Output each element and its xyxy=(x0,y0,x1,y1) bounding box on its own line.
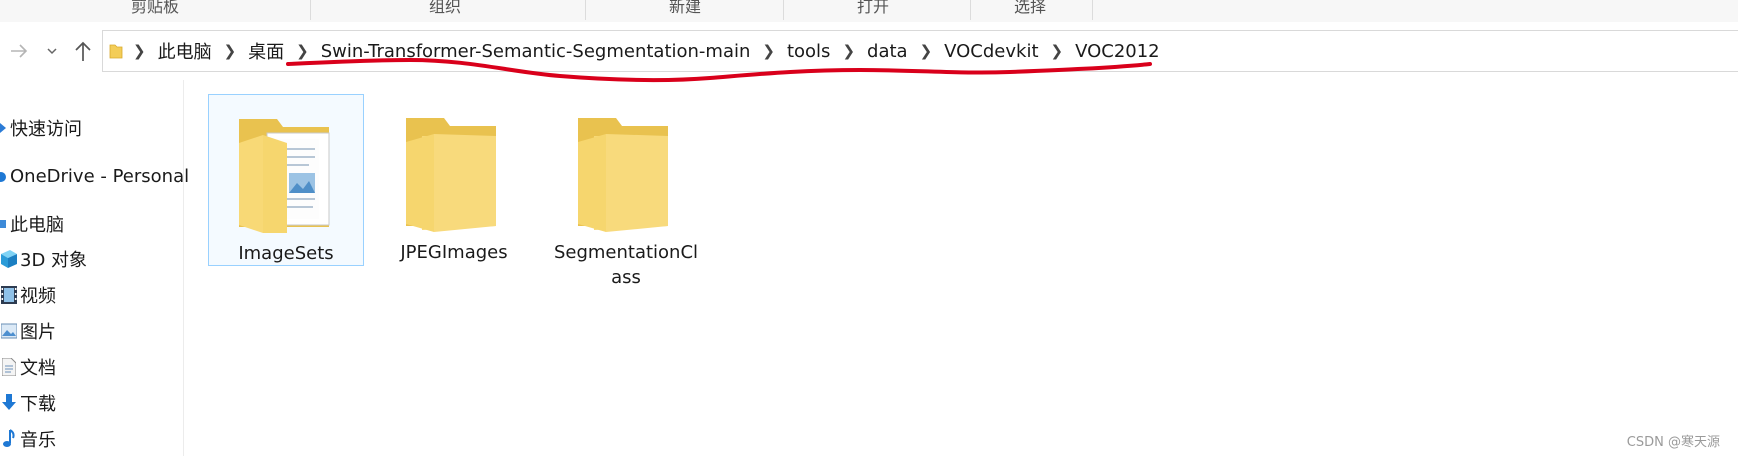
chevron-right-icon: ❯ xyxy=(919,42,933,60)
address-bar[interactable]: ❯ 此电脑 ❯ 桌面 ❯ Swin-Transformer-Semantic-S… xyxy=(102,30,1738,72)
ribbon-divider xyxy=(585,0,586,20)
arrow-up-icon xyxy=(75,41,91,61)
breadcrumb-item[interactable]: 此电脑 xyxy=(156,38,214,64)
chevron-right-icon: ❯ xyxy=(1050,42,1064,60)
sidebar-item-label: 此电脑 xyxy=(10,215,64,236)
sidebar-item-quick-access[interactable]: 快速访问 xyxy=(0,113,82,143)
sidebar-item-label: 视频 xyxy=(20,286,56,307)
sidebar-item-documents[interactable]: 文档 xyxy=(0,352,56,382)
sidebar-item-videos[interactable]: 视频 xyxy=(0,280,56,310)
ribbon-group-open: 打开 xyxy=(856,0,889,16)
film-icon xyxy=(0,286,18,304)
breadcrumb-item[interactable]: Swin-Transformer-Semantic-Segmentation-m… xyxy=(319,41,753,62)
chevron-right-icon: ❯ xyxy=(762,42,775,60)
chevron-right-icon: ❯ xyxy=(842,42,856,60)
navigation-bar: ❯ 此电脑 ❯ 桌面 ❯ Swin-Transformer-Semantic-S… xyxy=(0,22,1738,80)
breadcrumb-item[interactable]: 桌面 xyxy=(246,38,286,64)
ribbon-group-labels: 剪贴板 组织 新建 打开 选择 xyxy=(0,0,1738,23)
sidebar-item-3d-objects[interactable]: 3D 对象 xyxy=(0,244,87,274)
music-icon xyxy=(0,429,18,449)
sidebar-item-downloads[interactable]: 下载 xyxy=(0,388,56,418)
sidebar-item-this-pc[interactable]: 此电脑 xyxy=(0,209,64,239)
chevron-right-icon: ❯ xyxy=(133,42,146,60)
up-button[interactable] xyxy=(68,36,98,66)
ribbon-divider xyxy=(310,0,311,20)
folder-item-jpegimages[interactable]: JPEGImages xyxy=(376,94,532,266)
folder-item-segmentationclass[interactable]: SegmentationCl ass xyxy=(548,94,704,288)
cube-icon xyxy=(0,250,18,268)
chevron-down-icon xyxy=(47,48,57,55)
ribbon-group-new: 新建 xyxy=(668,0,701,16)
ribbon-divider xyxy=(783,0,784,20)
download-icon xyxy=(0,394,18,412)
sidebar-item-label: 3D 对象 xyxy=(20,250,88,271)
folder-icon xyxy=(406,118,496,232)
document-icon xyxy=(0,358,18,376)
folder-item-imagesets[interactable]: ImageSets xyxy=(208,94,364,266)
breadcrumb: ❯ 此电脑 ❯ 桌面 ❯ Swin-Transformer-Semantic-S… xyxy=(103,31,1162,71)
sidebar-item-label: 下载 xyxy=(20,394,56,415)
sidebar-item-pictures[interactable]: 图片 xyxy=(0,316,56,346)
sidebar-item-label: 快速访问 xyxy=(10,119,82,140)
sidebar-item-label: 文档 xyxy=(20,358,56,379)
file-list: ImageSets JPEGImages SegmentationCl ass xyxy=(184,80,1738,456)
sidebar-item-label: OneDrive - Personal xyxy=(10,165,190,187)
sidebar-item-music[interactable]: 音乐 xyxy=(0,424,56,454)
arrow-right-icon xyxy=(11,44,28,58)
sidebar-item-label: 音乐 xyxy=(20,430,56,451)
ribbon-divider xyxy=(1092,0,1093,20)
forward-button[interactable] xyxy=(4,36,34,66)
breadcrumb-item-current[interactable]: VOC2012 xyxy=(1073,41,1162,62)
breadcrumb-item[interactable]: tools xyxy=(785,41,832,62)
sidebar-item-label: 图片 xyxy=(20,322,56,343)
folder-with-files-icon xyxy=(239,119,330,233)
chevron-right-icon: ❯ xyxy=(223,42,237,60)
watermark: CSDN @寒天源 xyxy=(1626,435,1720,450)
breadcrumb-item[interactable]: data xyxy=(865,41,910,62)
star-icon xyxy=(0,120,8,136)
file-name-label: SegmentationCl ass xyxy=(553,242,699,288)
navigation-pane: 快速访问 OneDrive - Personal 此电脑 3D 对象 视频 图片… xyxy=(0,80,189,456)
folder-icon xyxy=(578,118,668,232)
file-name-label: ImageSets xyxy=(238,243,334,264)
picture-icon xyxy=(0,323,18,339)
sidebar-item-onedrive[interactable]: OneDrive - Personal xyxy=(0,161,189,191)
cloud-icon xyxy=(0,169,8,183)
computer-icon xyxy=(0,216,8,232)
breadcrumb-item[interactable]: VOCdevkit xyxy=(942,41,1040,62)
ribbon-group-organize: 组织 xyxy=(428,0,461,16)
recent-locations-button[interactable] xyxy=(40,36,64,66)
chevron-right-icon: ❯ xyxy=(296,42,309,60)
file-name-label: JPEGImages xyxy=(400,242,508,263)
ribbon-group-clipboard: 剪贴板 xyxy=(130,0,179,16)
folder-icon xyxy=(109,42,123,60)
ribbon-group-select: 选择 xyxy=(1013,0,1046,16)
